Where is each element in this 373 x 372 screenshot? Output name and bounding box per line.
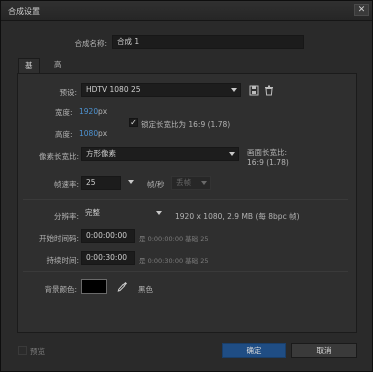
start-timecode-input[interactable]: 0:00:00:00 (81, 229, 135, 243)
chevron-down-icon (201, 181, 207, 185)
resolution-dropdown[interactable]: 完整 (81, 207, 165, 221)
width-label: 宽度: (55, 108, 73, 117)
drop-frame-value: 丢帧 (176, 178, 191, 187)
frame-rate-unit: 帧/秒 (147, 180, 165, 189)
divider (23, 199, 348, 200)
lock-aspect-label: 锁定长宽比为 16:9 (1.78) (141, 120, 231, 129)
preset-dropdown[interactable]: HDTV 1080 25 (81, 83, 241, 97)
background-color-swatch[interactable] (81, 279, 107, 294)
height-value[interactable]: 1080 (79, 129, 98, 138)
resolution-info: 1920 x 1080, 2.9 MB (每 8bpc 帧) (175, 212, 300, 221)
frame-rate-label: 帧速率: (53, 180, 79, 189)
width-value[interactable]: 1920 (79, 107, 98, 116)
frame-rate-input[interactable]: 25 (81, 176, 121, 190)
background-color-label: 背景颜色: (44, 285, 77, 294)
resolution-value: 完整 (85, 208, 100, 217)
tab-basic[interactable]: 基本 (18, 58, 40, 84)
chevron-down-icon (231, 88, 237, 92)
close-icon: ✕ (357, 5, 366, 15)
frame-rate-dropdown[interactable] (123, 176, 137, 190)
duration-input[interactable]: 0:00:30:00 (81, 251, 135, 265)
frame-aspect-label: 画面长宽比: (247, 148, 288, 157)
pixel-aspect-dropdown[interactable]: 方形像素 (81, 147, 239, 161)
resolution-label: 分辨率: (53, 212, 79, 221)
window-title: 合成设置 (8, 7, 40, 16)
preset-value: HDTV 1080 25 (86, 85, 141, 94)
cancel-button[interactable]: 取消 (291, 343, 357, 358)
save-preset-icon[interactable] (249, 85, 259, 96)
chevron-down-icon (128, 180, 134, 184)
trash-icon[interactable] (264, 85, 274, 96)
pixel-aspect-label: 像素长宽比: (38, 152, 79, 161)
drop-frame-dropdown: 丢帧 (171, 176, 211, 190)
chevron-down-icon (156, 211, 162, 215)
duration-info: 是 0:00:30:00 基础 25 (139, 257, 209, 265)
height-label: 高度: (55, 130, 73, 139)
checkmark-icon: ✓ (130, 118, 137, 127)
background-color-name: 黑色 (138, 285, 153, 294)
tab-advanced[interactable]: 高级 (48, 58, 68, 83)
start-timecode-info: 是 0:00:00:00 基础 25 (139, 235, 209, 243)
start-timecode-label: 开始时间码: (38, 234, 79, 243)
preview-checkbox[interactable] (18, 346, 27, 355)
title-bar[interactable]: 合成设置 ✕ (1, 1, 372, 21)
chevron-down-icon (229, 152, 235, 156)
lock-aspect-checkbox[interactable]: ✓ (129, 118, 138, 127)
pixel-aspect-value: 方形像素 (86, 149, 116, 158)
composition-settings-dialog: 合成设置 ✕ 合成名称: 合成 1 基本 高级 预设: HDTV 1080 25… (0, 0, 373, 372)
divider (23, 271, 348, 272)
close-button[interactable]: ✕ (354, 4, 369, 16)
height-unit: px (98, 129, 108, 138)
ok-button[interactable]: 确定 (222, 343, 286, 358)
eyedropper-icon[interactable] (117, 281, 128, 292)
duration-label: 持续时间: (46, 256, 79, 265)
comp-name-input[interactable]: 合成 1 (112, 35, 304, 49)
preview-label: 预览 (30, 347, 45, 356)
width-unit: px (98, 107, 108, 116)
frame-aspect-value: 16:9 (1.78) (247, 158, 289, 167)
comp-name-label: 合成名称: (74, 39, 107, 48)
preset-label: 预设: (59, 88, 77, 97)
